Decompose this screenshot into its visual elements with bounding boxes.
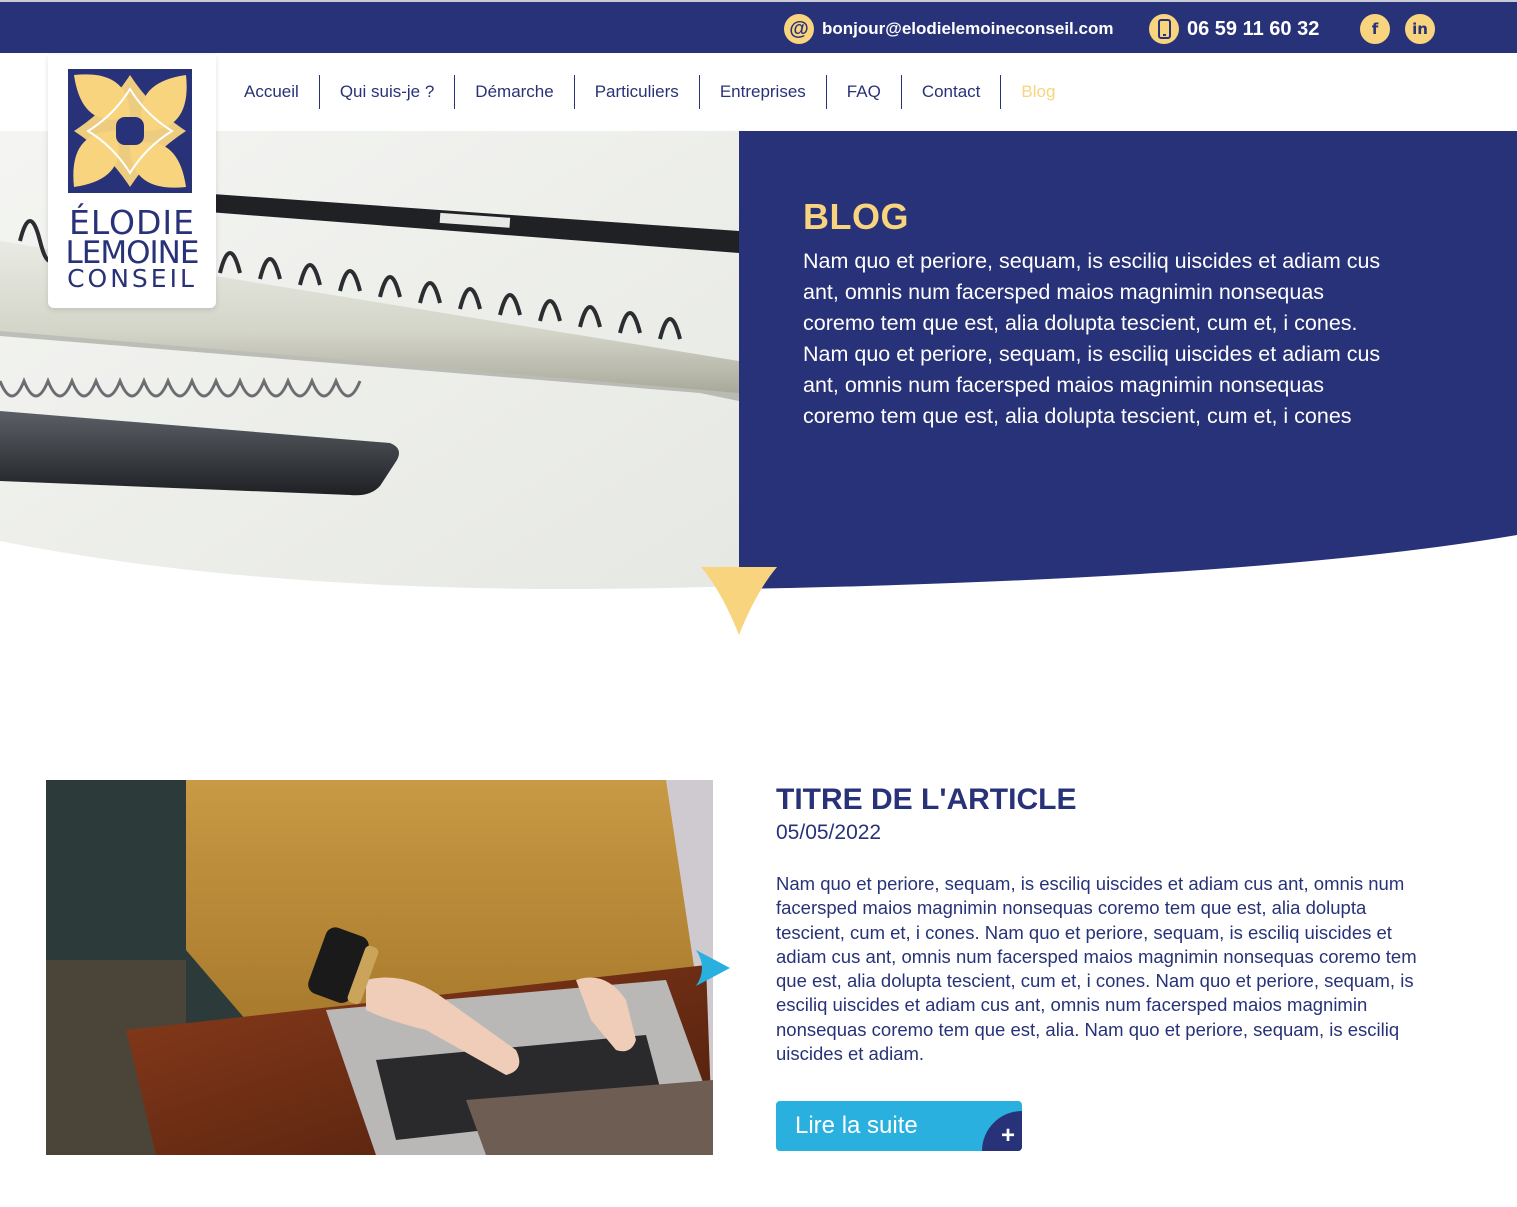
at-icon: @ — [784, 14, 814, 44]
hero-title: BLOG — [803, 196, 909, 237]
plus-icon: + — [1000, 1122, 1015, 1149]
top-bar: @ bonjour@elodielemoineconseil.com 06 59… — [0, 0, 1517, 53]
facebook-icon: f — [1360, 14, 1390, 44]
phone-link[interactable]: 06 59 11 60 32 — [1149, 13, 1319, 45]
logo-line-3: CONSEIL — [67, 264, 197, 293]
article-image[interactable] — [46, 780, 713, 1155]
facebook-glyph: f — [1371, 20, 1379, 38]
main-nav: Accueil Qui suis-je ? Démarche Particuli… — [224, 75, 1075, 109]
read-more-button[interactable]: Lire la suite + — [776, 1101, 1022, 1151]
phone-text: 06 59 11 60 32 — [1187, 17, 1320, 40]
logo-mark-icon — [68, 69, 192, 193]
article-pointer-icon — [696, 950, 730, 991]
article-title[interactable]: TITRE DE L'ARTICLE — [776, 783, 1076, 817]
nav-item-demarche[interactable]: Démarche — [455, 75, 575, 109]
linkedin-link[interactable]: in — [1405, 13, 1435, 45]
facebook-link[interactable]: f — [1360, 13, 1390, 45]
read-more-label: Lire la suite — [795, 1112, 918, 1139]
nav-item-blog[interactable]: Blog — [1001, 75, 1075, 109]
nav-item-entreprises[interactable]: Entreprises — [700, 75, 827, 109]
hero-text: Nam quo et periore, sequam, is esciliq u… — [803, 249, 1381, 428]
down-arrow-icon — [701, 567, 777, 640]
nav-item-contact[interactable]: Contact — [902, 75, 1002, 109]
article-date: 05/05/2022 — [776, 821, 882, 844]
nav-item-particuliers[interactable]: Particuliers — [575, 75, 700, 109]
email-link[interactable]: @ bonjour@elodielemoineconseil.com — [784, 13, 1113, 45]
phone-icon — [1149, 14, 1179, 44]
site-logo[interactable]: ÉLODIE LEMOINE CONSEIL — [48, 55, 216, 308]
nav-item-accueil[interactable]: Accueil — [224, 75, 320, 109]
nav-item-faq[interactable]: FAQ — [827, 75, 902, 109]
nav-item-qui-suis-je[interactable]: Qui suis-je ? — [320, 75, 456, 109]
article-excerpt: Nam quo et periore, sequam, is esciliq u… — [776, 873, 1417, 1065]
linkedin-glyph: in — [1412, 20, 1428, 38]
email-text: bonjour@elodielemoineconseil.com — [822, 19, 1114, 38]
linkedin-icon: in — [1405, 14, 1435, 44]
